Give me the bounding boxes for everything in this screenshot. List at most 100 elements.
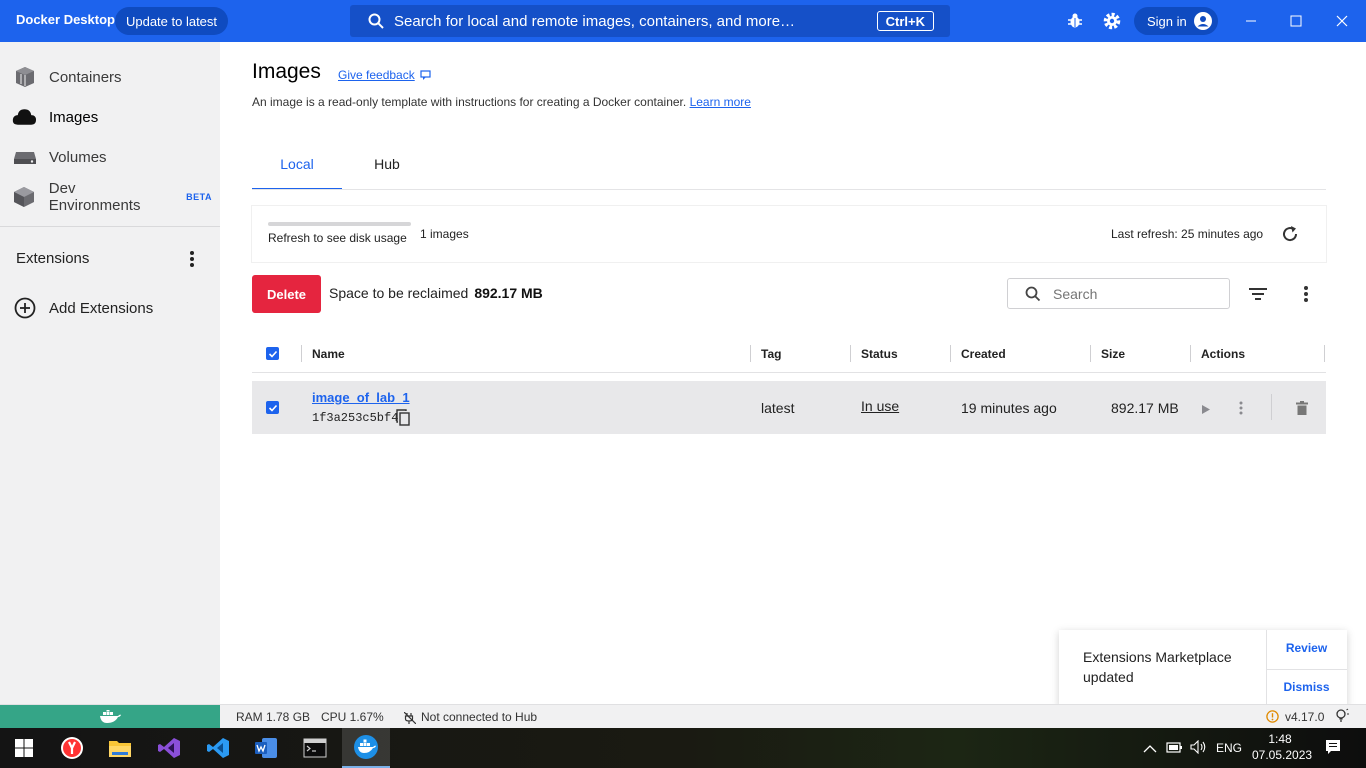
disk-refresh-hint: Refresh to see disk usage [268,231,407,245]
sign-in-button[interactable]: Sign in [1134,7,1218,35]
filter-icon[interactable] [1246,282,1270,306]
search-icon [368,13,384,29]
whale-icon [99,710,121,724]
last-refresh-text: Last refresh: 25 minutes ago [1111,227,1264,241]
add-extensions-label: Add Extensions [49,299,154,317]
tray-chevron-up-icon[interactable] [1143,741,1157,759]
extensions-heading: Extensions [16,250,90,267]
sidebar-item-label: Dev Environments [48,180,141,214]
cube-icon [12,185,37,210]
dismiss-button[interactable]: Dismiss [1266,680,1347,694]
maximize-icon[interactable] [1285,10,1307,32]
volume-icon [12,145,37,170]
give-feedback-link[interactable]: Give feedback [338,68,432,82]
title-bar: Docker Desktop Update to latest Search f… [0,0,1366,42]
learn-more-link[interactable]: Learn more [690,95,751,109]
update-button[interactable]: Update to latest [115,7,228,35]
toast-message: Extensions Marketplace updated [1083,649,1232,685]
add-extensions-button[interactable]: Add Extensions [12,294,212,322]
tab-local[interactable]: Local [252,156,342,190]
column-header-size[interactable]: Size [1101,347,1125,361]
warning-icon[interactable] [1266,710,1279,728]
image-status-link[interactable]: In use [861,398,899,414]
sidebar-item-label: Images [49,108,99,126]
sidebar-item-volumes[interactable]: Volumes [12,143,212,171]
clock[interactable]: 1:48 07.05.2023 [1252,731,1313,763]
sidebar-item-label: Containers [49,68,122,86]
sidebar-item-label: Volumes [49,148,107,166]
sidebar-item-containers[interactable]: Containers [12,63,212,91]
notification-toast: Extensions Marketplace updated Review Di… [1059,630,1347,708]
app-title: Docker Desktop [16,12,115,27]
sidebar-item-dev-environments[interactable]: Dev Environments BETA [12,180,212,214]
vscode-icon[interactable] [194,728,242,768]
more-options-icon[interactable] [1294,282,1318,306]
disk-usage-bar [268,222,411,226]
column-separator [1090,345,1091,362]
column-header-created[interactable]: Created [961,347,1006,361]
bug-icon[interactable] [1066,12,1084,35]
clock-date: 07.05.2023 [1252,748,1313,762]
minimize-icon[interactable] [1240,10,1262,32]
word-icon[interactable] [242,728,290,768]
copy-icon[interactable] [395,409,411,431]
global-search-placeholder: Search for local and remote images, cont… [394,12,796,30]
image-size: 892.17 MB [1111,400,1179,416]
refresh-icon[interactable] [1279,223,1301,245]
run-icon[interactable] [1200,402,1211,420]
version-label: v4.17.0 [1285,710,1325,724]
terminal-icon[interactable] [291,728,339,768]
table-header-divider [252,372,1326,373]
reclaim-label: Space to be reclaimed [329,285,469,301]
battery-icon[interactable] [1166,740,1184,759]
reclaim-info: Space to be reclaimed 892.17 MB [329,285,543,301]
sidebar-item-images[interactable]: Images [12,103,212,131]
search-shortcut-badge: Ctrl+K [876,11,934,31]
volume-speaker-icon[interactable] [1190,739,1208,759]
trash-icon[interactable] [1296,401,1308,420]
feedback-icon [420,69,432,81]
gear-icon[interactable] [1102,11,1122,36]
image-name-link[interactable]: image_of_lab_1 [312,390,410,405]
cpu-usage: CPU 1.67% [321,710,384,724]
column-header-status[interactable]: Status [861,347,898,361]
row-checkbox[interactable] [266,401,279,414]
notification-center-icon[interactable] [1325,739,1341,760]
yandex-browser-icon[interactable] [48,728,96,768]
search-icon [1025,286,1041,302]
windows-start-icon[interactable] [0,728,48,768]
review-button[interactable]: Review [1266,641,1347,655]
tabs-divider [252,189,1326,190]
engine-status[interactable] [0,705,220,729]
lightbulb-icon[interactable] [1334,708,1350,729]
actions-separator [1271,394,1272,420]
page-title: Images [252,60,321,83]
sidebar: Containers Images Volumes Dev Environmen… [0,42,220,704]
global-search[interactable]: Search for local and remote images, cont… [350,5,950,37]
toast-divider [1266,669,1347,670]
sign-in-label: Sign in [1147,13,1187,29]
file-explorer-icon[interactable] [96,728,144,768]
image-created: 19 minutes ago [961,400,1057,416]
visual-studio-icon[interactable] [145,728,193,768]
extensions-menu-icon[interactable] [182,248,202,270]
ram-usage: RAM 1.78 GB [236,710,311,724]
row-menu-icon[interactable] [1239,401,1243,420]
tab-hub[interactable]: Hub [342,156,432,190]
select-all-checkbox[interactable] [266,347,279,360]
image-count: 1 images [420,227,469,241]
close-icon[interactable] [1331,10,1353,32]
column-header-tag[interactable]: Tag [761,347,781,361]
delete-button[interactable]: Delete [252,275,321,313]
plug-disconnected-icon [403,711,417,729]
column-separator [1190,345,1191,362]
image-search[interactable] [1007,278,1230,309]
docker-taskbar-icon[interactable] [342,728,390,768]
search-input[interactable] [1053,285,1213,302]
page-description: An image is a read-only template with in… [252,95,751,109]
column-separator [1324,345,1325,362]
language-indicator[interactable]: ENG [1216,741,1242,755]
column-separator [850,345,851,362]
column-header-name[interactable]: Name [312,347,345,361]
cloud-icon [12,105,37,130]
